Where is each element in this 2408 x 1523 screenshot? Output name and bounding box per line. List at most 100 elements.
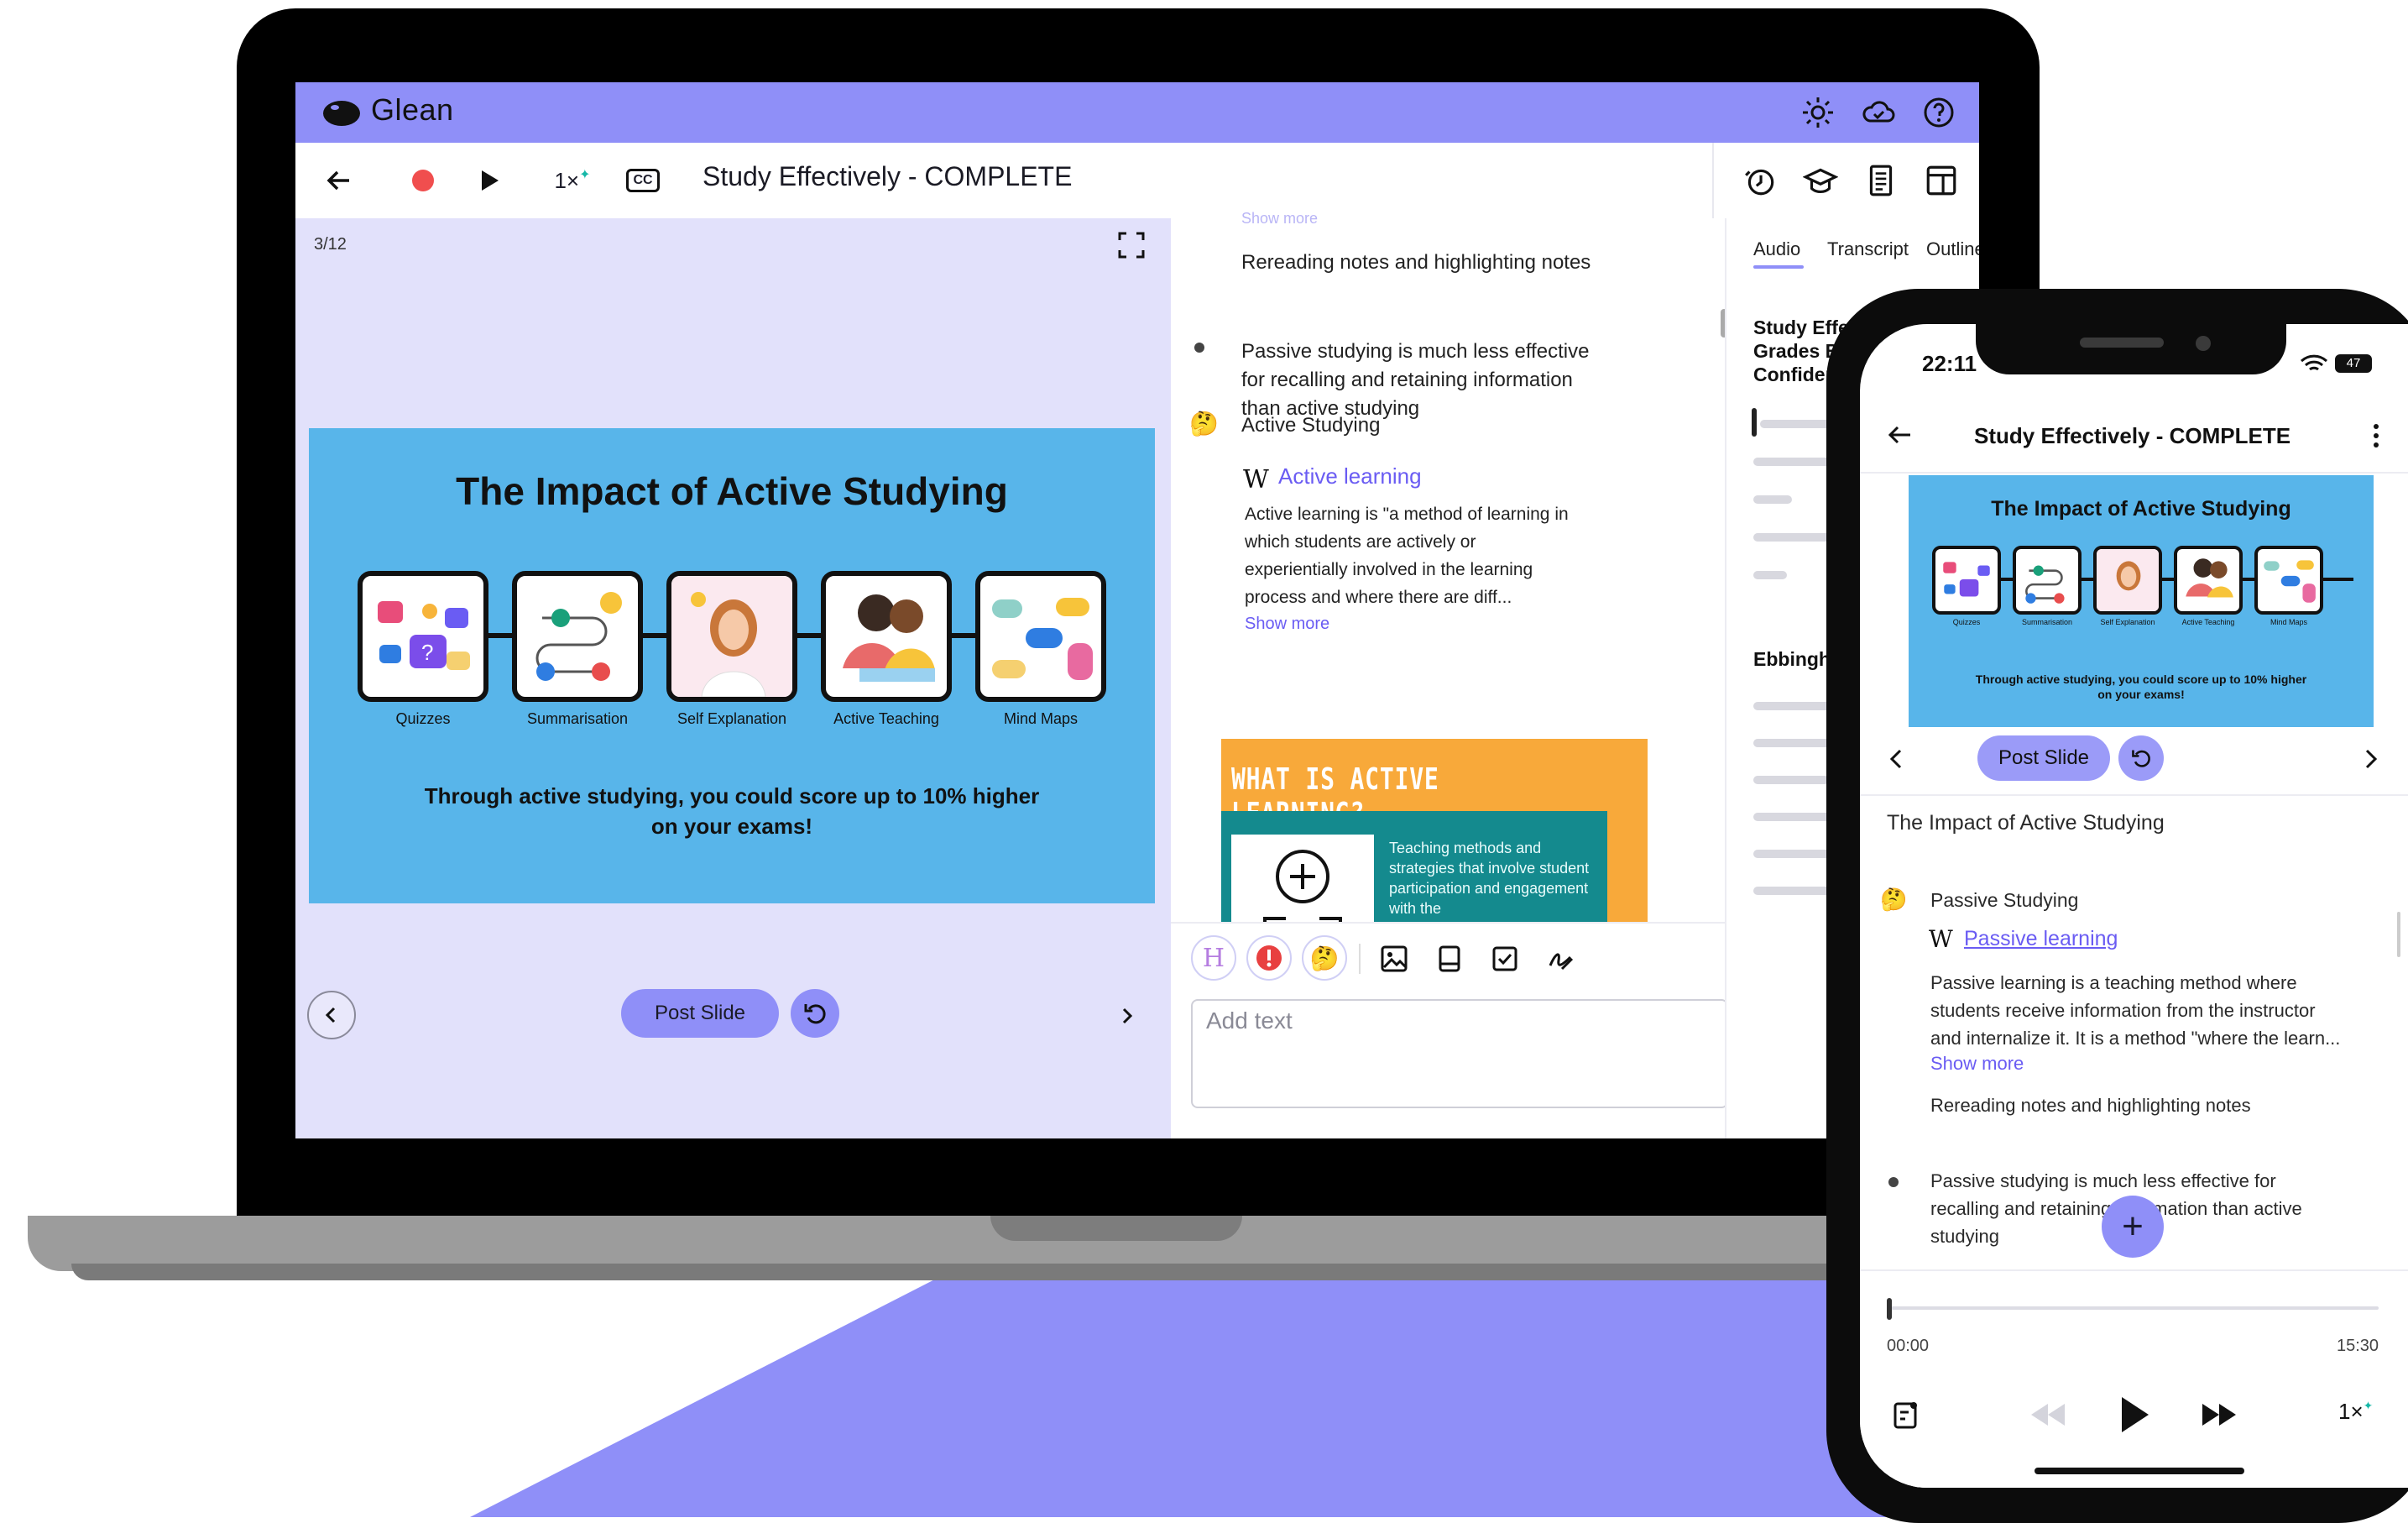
playhead-marker[interactable] [1752, 408, 1757, 437]
chevron-left-icon[interactable] [1885, 747, 1909, 771]
card-label: Self Explanation [2100, 618, 2155, 626]
active-learning-image: WHAT IS ACTIVE LEARNING? Teaching method… [1221, 739, 1648, 940]
wiki-line: which students are actively or [1245, 532, 1476, 552]
card-self-explanation [666, 571, 797, 702]
tab-outline[interactable]: Outline [1926, 238, 1979, 260]
play-icon[interactable] [472, 163, 505, 198]
chevron-left-icon [325, 1007, 336, 1023]
image-icon[interactable] [1379, 944, 1409, 974]
card-active-teaching [821, 571, 952, 702]
self-explanation-illustration [671, 576, 792, 697]
tab-transcript[interactable]: Transcript [1827, 238, 1909, 260]
card-mind-maps [975, 571, 1106, 702]
audio-progress-knob[interactable] [1887, 1298, 1892, 1320]
show-more-link[interactable]: Show more [1245, 615, 1329, 634]
status-time: 22:11 [1922, 351, 1977, 376]
graduation-cap-icon[interactable] [1803, 163, 1838, 198]
toolbar: 1× ✦ CC Study Effectively - COMPLETE [295, 143, 1979, 220]
cloud-icon[interactable] [1862, 96, 1895, 129]
show-more-link[interactable]: Show more [1930, 1053, 2024, 1075]
wiki-line: and internalize it. It is a method "wher… [1930, 1028, 2341, 1049]
wiki-link[interactable]: Active learning [1278, 463, 1422, 489]
more-vertical-icon[interactable] [2364, 421, 2389, 450]
card-mind-maps [2254, 546, 2323, 615]
show-more-link-cut[interactable]: Show more [1241, 210, 1318, 228]
back-arrow-icon[interactable] [1885, 420, 1915, 450]
back-arrow-icon[interactable] [322, 163, 356, 198]
glean-logo-icon [323, 101, 360, 126]
plus-icon: + [2122, 1206, 2144, 1247]
audio-progress-track[interactable] [1888, 1306, 2379, 1310]
note-editor: H 🤔 Add text [1171, 922, 1728, 1138]
undo-button[interactable] [791, 989, 839, 1038]
clipboard-icon[interactable] [1892, 1397, 1920, 1431]
wiki-line: process and where there are diff... [1245, 588, 1512, 607]
rewind-icon[interactable] [2028, 1400, 2068, 1429]
post-slide-button[interactable]: Post Slide [621, 989, 779, 1038]
undo-icon [2132, 750, 2150, 767]
card-quizzes: ? [358, 571, 488, 702]
document-icon[interactable] [1863, 163, 1899, 198]
next-slide-button[interactable] [1110, 999, 1143, 1033]
heading-format-label: H [1202, 943, 1225, 973]
speed-button[interactable]: 1×✦ [2338, 1399, 2373, 1425]
undo-icon [804, 1004, 826, 1024]
slide-title: The Impact of Active Studying [456, 469, 1008, 513]
add-note-button[interactable]: + [2102, 1196, 2164, 1258]
help-icon[interactable] [1922, 96, 1956, 129]
tab-audio[interactable]: Audio [1753, 238, 1800, 260]
speed-button[interactable]: 1×✦ [547, 163, 598, 198]
speed-label: 1× [554, 167, 580, 193]
waveform-bar [1753, 495, 1792, 504]
waveform-bar [1753, 533, 1834, 542]
bullet-icon [1888, 1177, 1899, 1187]
card-label: Summarisation [2021, 618, 2073, 626]
note-heading: Passive Studying [1930, 889, 2079, 911]
add-text-input[interactable]: Add text [1191, 999, 1728, 1108]
captions-button[interactable]: CC [624, 163, 661, 198]
image-teal-panel: Teaching methods and strategies that inv… [1221, 811, 1607, 940]
sun-icon[interactable] [1801, 96, 1835, 129]
phone-scrollbar[interactable] [2397, 912, 2400, 957]
phone-document-title: Study Effectively - COMPLETE [1974, 423, 2291, 448]
sparkle-icon: ✦ [2363, 1399, 2374, 1412]
record-icon[interactable] [406, 163, 440, 198]
card-label: Self Explanation [676, 710, 787, 727]
fullscreen-icon[interactable] [1116, 230, 1147, 260]
layout-icon[interactable] [1924, 163, 1959, 198]
exclamation-icon [1256, 945, 1282, 971]
slide-counter: 3/12 [314, 235, 347, 254]
note-line: Passive studying is much less effective … [1930, 1170, 2276, 1191]
format-divider [1359, 944, 1361, 974]
heading-format-button[interactable]: H [1191, 935, 1236, 981]
slide-icon[interactable] [1434, 944, 1465, 974]
speed-label: 1× [2338, 1399, 2364, 1424]
note-line: Passive studying is much less effective [1241, 340, 1590, 363]
phone-slide: The Impact of Active Studying Quizzes Su… [1909, 475, 2374, 727]
time-end: 15:30 [2337, 1337, 2379, 1355]
post-slide-button[interactable]: Post Slide [1977, 735, 2110, 781]
timer-icon[interactable] [1742, 163, 1778, 198]
image-body-text: Teaching methods and strategies that inv… [1389, 840, 1590, 917]
note-text: Rereading notes and highlighting notes [1930, 1095, 2251, 1116]
fast-forward-icon[interactable] [2199, 1400, 2239, 1429]
play-icon[interactable] [2113, 1394, 2154, 1436]
card-label: Active Teaching [833, 710, 939, 727]
card-label: Mind Maps [2270, 618, 2307, 626]
important-format-button[interactable] [1246, 935, 1292, 981]
previous-slide-button[interactable] [307, 991, 356, 1039]
question-format-button[interactable]: 🤔 [1302, 935, 1347, 981]
draw-icon[interactable] [1545, 944, 1575, 974]
card-label: Quizzes [395, 710, 451, 727]
wiki-link[interactable]: Passive learning [1964, 927, 2118, 951]
chevron-right-icon[interactable] [2358, 747, 2382, 771]
header-divider [1860, 472, 2408, 474]
thinking-emoji-icon: 🤔 [1309, 945, 1340, 971]
wifi-icon [2300, 354, 2328, 371]
thinking-emoji-icon: 🤔 [1880, 887, 1908, 912]
undo-button[interactable] [2118, 735, 2164, 781]
battery-level: 47 [2346, 356, 2361, 370]
phone-speaker [2080, 338, 2164, 348]
checkbox-icon[interactable] [1490, 944, 1520, 974]
note-heading: Active Studying [1241, 414, 1381, 437]
